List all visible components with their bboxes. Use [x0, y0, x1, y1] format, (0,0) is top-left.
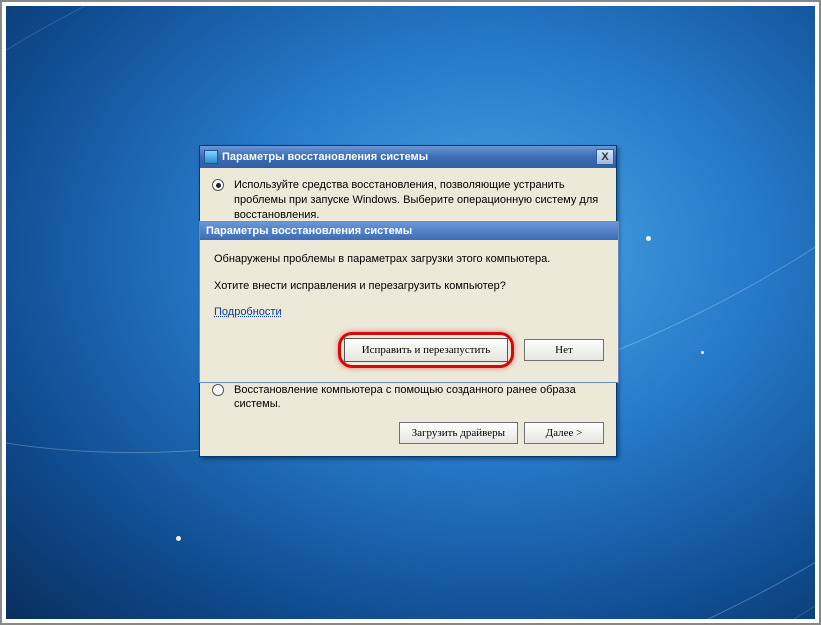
radio-icon[interactable] — [212, 179, 224, 191]
option-use-tools[interactable]: Используйте средства восстановления, поз… — [212, 178, 604, 223]
app-icon — [204, 150, 218, 164]
radio-icon[interactable] — [212, 384, 224, 396]
load-drivers-button[interactable]: Загрузить драйверы — [399, 422, 518, 444]
titlebar[interactable]: Параметры восстановления системы X — [200, 146, 616, 168]
highlight-annotation: Исправить и перезапустить — [338, 332, 514, 368]
inner-body: Обнаружены проблемы в параметрах загрузк… — [200, 240, 618, 382]
option1-label: Используйте средства восстановления, поз… — [234, 178, 604, 223]
no-button[interactable]: Нет — [524, 339, 604, 361]
desktop-wallpaper: Параметры восстановления системы X Испол… — [6, 6, 815, 619]
decoration — [176, 536, 181, 541]
dialog-buttons: Загрузить драйверы Далее > — [212, 422, 604, 444]
option2-label: Восстановление компьютера с помощью созд… — [234, 383, 604, 413]
details-link[interactable]: Подробности — [214, 306, 282, 318]
boot-problems-dialog: Параметры восстановления системы Обнаруж… — [199, 221, 619, 383]
message-problems-found: Обнаружены проблемы в параметрах загрузк… — [214, 252, 604, 267]
outer-frame: Параметры восстановления системы X Испол… — [0, 0, 821, 625]
message-confirm-fix: Хотите внести исправления и перезагрузит… — [214, 279, 604, 294]
close-button[interactable]: X — [596, 149, 614, 165]
fix-and-restart-button[interactable]: Исправить и перезапустить — [344, 338, 508, 362]
inner-buttons: Исправить и перезапустить Нет — [214, 332, 604, 368]
decoration — [701, 351, 704, 354]
decoration — [646, 236, 651, 241]
recovery-options-dialog: Параметры восстановления системы X Испол… — [199, 145, 617, 457]
option-image-restore[interactable]: Восстановление компьютера с помощью созд… — [212, 383, 604, 413]
window-title: Параметры восстановления системы — [222, 151, 596, 163]
inner-title: Параметры восстановления системы — [200, 222, 618, 240]
next-button[interactable]: Далее > — [524, 422, 604, 444]
close-icon: X — [601, 151, 608, 163]
